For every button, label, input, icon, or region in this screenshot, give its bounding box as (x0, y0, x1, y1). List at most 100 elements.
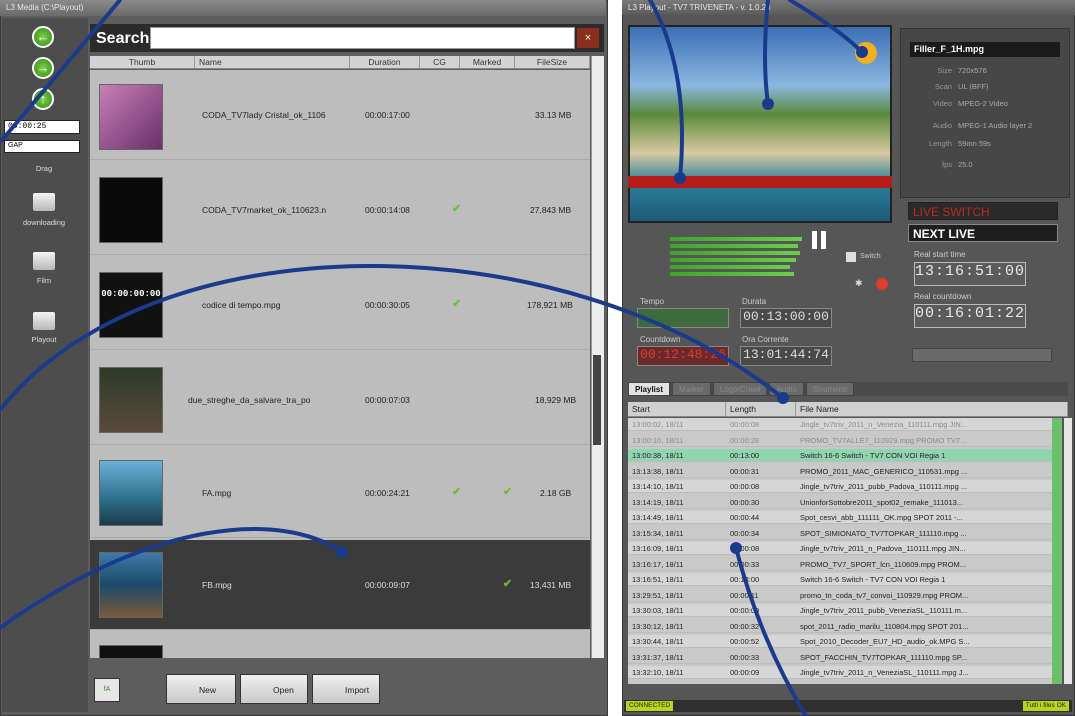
clear-search-button[interactable]: × (577, 28, 599, 48)
folder-icon[interactable] (33, 193, 55, 211)
timecode-text: 00:00:00:00 (101, 289, 161, 299)
col-start[interactable]: Start (628, 402, 726, 416)
playlist-row[interactable]: 13:00:02, 18/11 00:00:08 Jingle_tv7triv_20… (628, 418, 1052, 431)
preview-crawl-strip (628, 176, 892, 188)
tab-playlist[interactable]: Playlist (628, 382, 671, 396)
playlist-cell-file: Jingle_tv7triv_2011_n_VeneziaSL_110111.m… (800, 668, 969, 677)
vu-meter-bar (670, 272, 794, 276)
media-size: 13,431 MB (530, 580, 572, 590)
thumbnail (99, 645, 163, 658)
playlist-row[interactable]: 13:00:38, 18/11 00:13:00 Switch 16-6 Switc… (628, 449, 1052, 462)
playlist-cell-start: 13:30:44, 18/11 (632, 637, 684, 646)
media-row[interactable] (90, 635, 590, 658)
playlist-row[interactable]: 13:30:12, 18/11 00:00:32 spot_2011_radio_m… (628, 619, 1052, 633)
pause-button[interactable] (812, 231, 828, 249)
new-button[interactable]: New (166, 674, 236, 704)
tab-audio[interactable]: Audio (769, 382, 804, 396)
info-audio: Audio MPEG-1 Audio layer 2 (932, 121, 1033, 130)
folder-playout[interactable]: Playout (4, 335, 84, 344)
media-row[interactable]: CODA_TV7market_ok_110623.n 00:00:14:08 ✔… (90, 165, 590, 255)
folder-film[interactable]: Film (4, 276, 84, 285)
scrollbar-thumb[interactable] (593, 355, 601, 445)
real-start-label: Real start time (914, 250, 966, 259)
ora-corrente-display: 13:01:44:74 (740, 346, 832, 366)
playlist-row[interactable]: 13:29:51, 18/11 00:00:11 promo_tn_coda_tv7… (628, 588, 1052, 602)
progress-bar (912, 348, 1052, 362)
playlist-cell-file: Jingle_tv7triv_2011_n_Venezia_110111.mpg… (800, 420, 968, 429)
media-name: CODA_TV7lady Cristal_ok_1106 (202, 110, 326, 120)
col-cg[interactable]: CG (420, 56, 460, 68)
real-countdown-label: Real countdown (914, 292, 972, 301)
search-input[interactable] (150, 27, 575, 49)
info-fps: fps 25.0 (941, 160, 973, 169)
col-thumb[interactable]: Thumb (90, 56, 195, 68)
playlist-row[interactable]: 13:31:37, 18/11 00:00:33 SPOT_FACCHIN_TV7T… (628, 650, 1052, 664)
media-size: 2.18 GB (540, 488, 572, 498)
playlist-cell-file: Spot_2010_Decoder_EU7_HD_audio_ok.MPG S.… (800, 637, 970, 646)
playlist-cell-file: PROMO_TV7ALLE7_110929.mpg PROMO TV7... (800, 435, 967, 445)
info-size: Size 720x576 (937, 66, 987, 75)
media-name: codice di tempo.mpg (202, 300, 281, 310)
media-row-selected[interactable]: FB.mpg 00:00:09:07 ✔ 13,431 MB (90, 540, 590, 630)
vu-meter-bar (670, 237, 802, 241)
playlist-row[interactable]: 13:30:44, 18/11 00:00:52 Spot_2010_Decoder… (628, 635, 1052, 648)
fa-logo-icon[interactable]: fA (94, 678, 120, 702)
live-switch-indicator[interactable]: LIVE SWITCH (908, 202, 1058, 220)
playlist-row[interactable]: 13:16:51, 18/11 00:13:00 Switch 16-6 Switc… (628, 573, 1052, 586)
switch-icon[interactable] (846, 252, 856, 262)
playlist-row[interactable]: 13:00:10, 18/11 00:00:28 PROMO_TV7ALLE7_11… (628, 433, 1052, 447)
playlist-row[interactable]: 13:32:10, 18/11 00:00:09 Jingle_tv7triv_20… (628, 666, 1052, 679)
duration-spinner[interactable]: 00:00:25 (4, 120, 80, 134)
channel-logo-icon (855, 42, 877, 64)
playlist-row[interactable]: 13:30:03, 18/11 00:00:09 Jingle_tv7triv_20… (628, 604, 1052, 617)
media-duration: 00:00:30:05 (365, 300, 410, 310)
media-size: 27,843 MB (530, 205, 572, 215)
playlist-cell-file: PROMO_2011_MAC_GENERICO_110531.mpg ... (800, 466, 968, 476)
up-arrow-icon[interactable]: ↑ (32, 88, 54, 110)
thumbnail (99, 367, 163, 433)
import-button[interactable]: Import (312, 674, 380, 704)
tab-marker[interactable]: Marker (672, 382, 711, 396)
playlist-cell-file: UnionforSottobre2011_spot02_remake_11101… (800, 497, 964, 507)
media-row[interactable]: FA.mpg 00:00:24:21 ✔ ✔ 2.18 GB (90, 448, 590, 538)
media-row[interactable]: CODA_TV7lady Cristal_ok_1106 00:00:17:00… (90, 70, 590, 160)
folder-icon[interactable] (33, 312, 55, 330)
media-row[interactable]: 00:00:00:00 codice di tempo.mpg 00:00:30… (90, 260, 590, 350)
record-icon[interactable] (876, 278, 888, 290)
playlist-cell-file: Jingle_tv7triv_2011_pubb_Padova_110111.m… (800, 482, 968, 491)
media-row[interactable]: due_streghe_da_salvare_tra_po 00:00:07:0… (90, 355, 590, 445)
vu-meter-bar (670, 251, 800, 255)
col-file-name[interactable]: File Name (796, 402, 1068, 416)
tab-strumenti[interactable]: Strumenti (805, 382, 855, 396)
playlist-cell-len: 00:00:11 (730, 590, 759, 600)
playlist-row[interactable]: 13:15:34, 18/11 00:00:34 SPOT_SIMIONATO_TV… (628, 526, 1052, 540)
forward-arrow-icon[interactable]: → (32, 57, 54, 79)
tab-logo-crawl[interactable]: Logo/Crawl (712, 382, 768, 396)
playlist-row[interactable]: 13:16:17, 18/11 00:00:33 PROMO_TV7_SPORT_l… (628, 557, 1052, 571)
new-label: New (199, 685, 217, 695)
playlist-row[interactable]: 13:14:49, 18/11 00:00:44 Spot_cesvi_abb_11… (628, 511, 1052, 524)
col-length[interactable]: Length (726, 402, 796, 416)
playlist-row[interactable]: 13:16:09, 18/11 00:00:08 Jingle_tv7triv_20… (628, 542, 1052, 555)
playlist-row[interactable]: 13:13:38, 18/11 00:00:31 PROMO_2011_MAC_GE… (628, 464, 1052, 478)
folder-icon[interactable] (33, 252, 55, 270)
media-duration: 00:00:24:21 (365, 488, 410, 498)
files-status: Tutti i files OK (1022, 701, 1069, 711)
playlist-row[interactable]: 13:14:10, 18/11 00:00:08 Jingle_tv7triv_20… (628, 480, 1052, 493)
tempo-label: Tempo (640, 297, 665, 306)
col-name[interactable]: Name (195, 56, 350, 68)
marked-check-icon: ✔ (503, 486, 513, 498)
thumbnail (99, 84, 163, 150)
back-arrow-icon[interactable]: ← (32, 26, 54, 48)
playlist-cell-file: SPOT_SIMIONATO_TV7TOPKAR_111110.mpg ... (800, 528, 967, 538)
folder-downloading[interactable]: downloading (4, 218, 84, 227)
open-button[interactable]: Open (240, 674, 308, 704)
media-duration: 00:00:17:00 (365, 110, 410, 120)
col-filesize[interactable]: FileSize (515, 56, 590, 68)
playlist-scrollbar[interactable] (1064, 418, 1072, 684)
playlist-row[interactable]: 13:14:19, 18/11 00:00:30 UnionforSottobre2… (628, 495, 1052, 509)
col-marked[interactable]: Marked (460, 56, 515, 68)
speaker-icon[interactable]: ✱ (855, 278, 865, 288)
gap-dropdown[interactable]: GAP (4, 140, 80, 153)
col-duration[interactable]: Duration (350, 56, 420, 68)
